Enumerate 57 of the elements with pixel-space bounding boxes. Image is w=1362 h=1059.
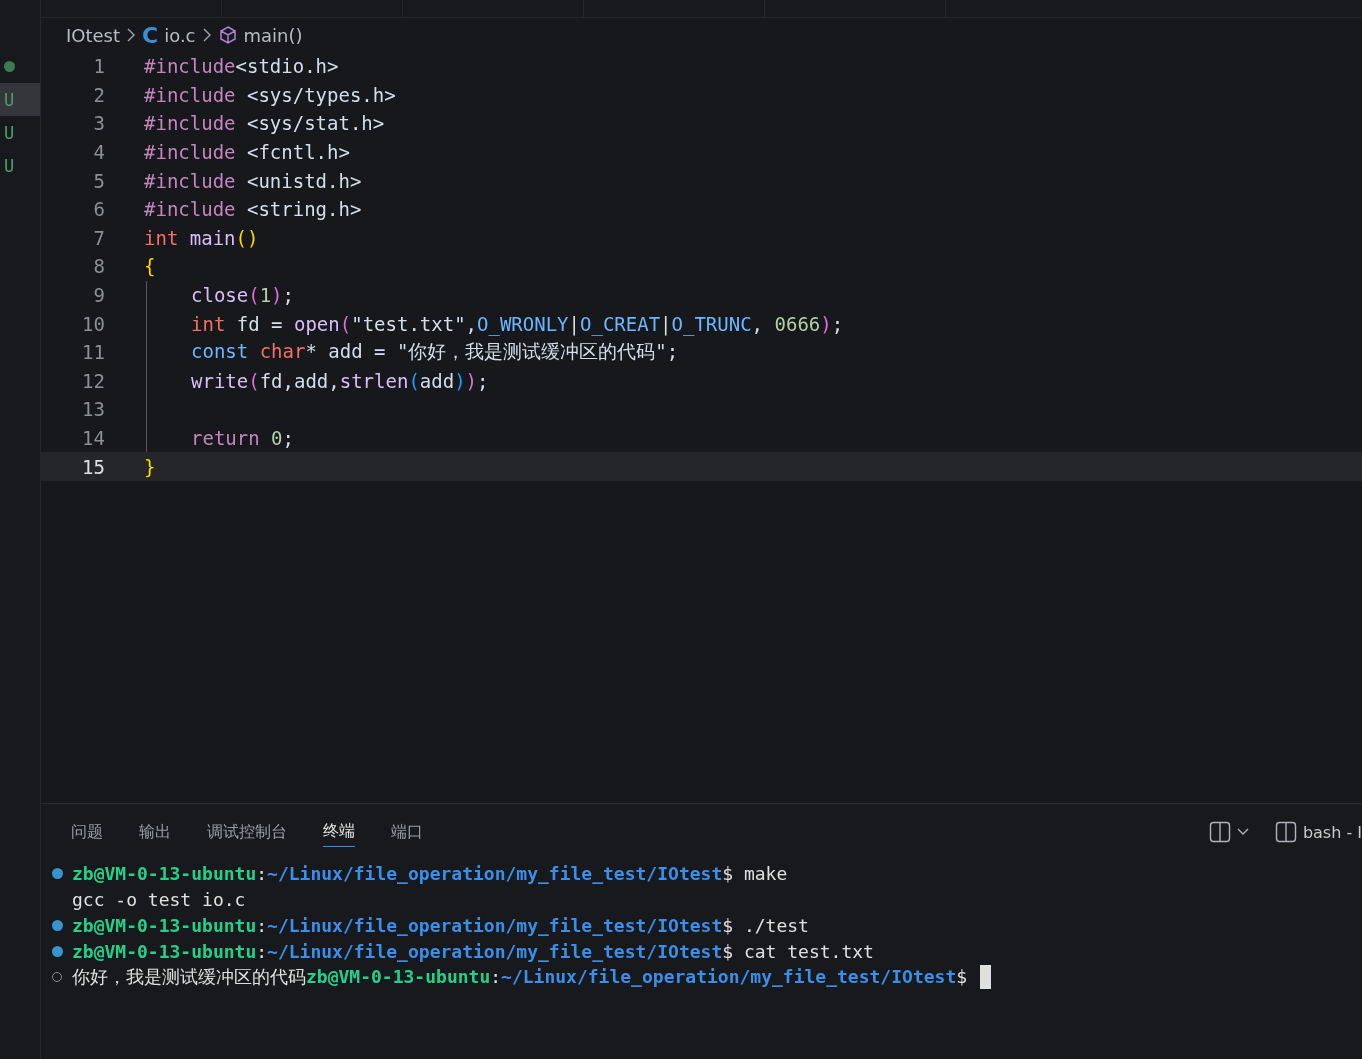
panel-tab[interactable]: 终端 [323, 817, 355, 847]
line-number: 5 [92, 169, 106, 192]
code-line: int fd = open("test.txt",O_WRONLY|O_CREAT|O_TRUNC, 0666); [191, 312, 844, 335]
code-line: #include <string.h> [144, 198, 362, 221]
panel-tab[interactable]: 端口 [391, 817, 423, 847]
terminal-line: gcc -o test io.c [72, 888, 246, 910]
command-status-dot[interactable] [51, 945, 63, 957]
terminal-line: zb@VM-0-13-ubuntu:~/Linux/file_operation/my_file_test/IOtest$ ./test [72, 914, 809, 936]
panel-tab[interactable]: 输出 [139, 817, 171, 847]
chevron-icon [201, 28, 212, 42]
line-number: 7 [92, 226, 106, 249]
command-status-dot[interactable] [51, 919, 63, 931]
line-number: 11 [81, 341, 106, 364]
code-line: int main() [144, 226, 259, 249]
code-line: const char* add = "你好，我是测试缓冲区的代码"; [191, 339, 679, 365]
command-status-dot[interactable] [51, 867, 63, 879]
terminal-line: zb@VM-0-13-ubuntu:~/Linux/file_operation/my_file_test/IOtest$ cat test.txt [72, 940, 874, 962]
breadcrumb-item[interactable]: IOtest [66, 24, 121, 46]
line-number: 15 [81, 455, 106, 478]
line-number: 10 [81, 312, 106, 335]
code-line: #include <sys/stat.h> [144, 112, 385, 135]
chevron-icon [126, 28, 137, 42]
status-dot [4, 61, 15, 72]
line-number: 1 [92, 55, 106, 78]
split-icon[interactable] [1208, 821, 1231, 843]
code-line: #include <unistd.h> [144, 169, 362, 192]
terminal-line: zb@VM-0-13-ubuntu:~/Linux/file_operation/my_file_test/IOtest$ make [72, 862, 788, 884]
line-number: 8 [92, 255, 106, 278]
status-letter[interactable]: U [0, 116, 40, 149]
terminal-instance[interactable]: bash - I [1302, 822, 1362, 842]
line-number: 2 [92, 83, 106, 106]
line-number: 14 [81, 427, 106, 449]
line-number: 3 [92, 112, 106, 135]
breadcrumb-item[interactable]: io.c [164, 24, 196, 46]
code-line: return 0; [191, 427, 294, 449]
chevron-down-icon[interactable] [1236, 828, 1249, 836]
status-letter[interactable]: U [0, 149, 40, 182]
code-line: } [144, 455, 156, 478]
code-line: #include <fcntl.h> [144, 141, 350, 164]
code-line: { [144, 255, 156, 278]
code-line: #include<stdio.h> [144, 55, 339, 78]
line-number: 9 [92, 284, 106, 307]
line-number: 12 [81, 369, 106, 392]
line-number: 13 [81, 398, 106, 421]
cube-icon [217, 25, 238, 45]
code-line: write(fd,add,strlen(add)); [191, 369, 489, 392]
breadcrumb-item[interactable]: main() [243, 24, 303, 46]
line-number: 6 [92, 198, 106, 221]
panel-tab[interactable]: 问题 [71, 817, 103, 847]
panel-tab[interactable]: 调试控制台 [207, 817, 287, 847]
terminal-line: 你好，我是测试缓冲区的代码zb@VM-0-13-ubuntu:~/Linux/file_operation/my_file_test/IOtest$ [72, 965, 968, 989]
code-line: close(1); [191, 284, 294, 307]
status-letter[interactable]: U [0, 83, 40, 116]
split-icon[interactable] [1274, 821, 1297, 843]
code-line: #include <sys/types.h> [144, 83, 396, 106]
c-file-icon: C [142, 22, 159, 48]
line-number: 4 [92, 141, 106, 164]
